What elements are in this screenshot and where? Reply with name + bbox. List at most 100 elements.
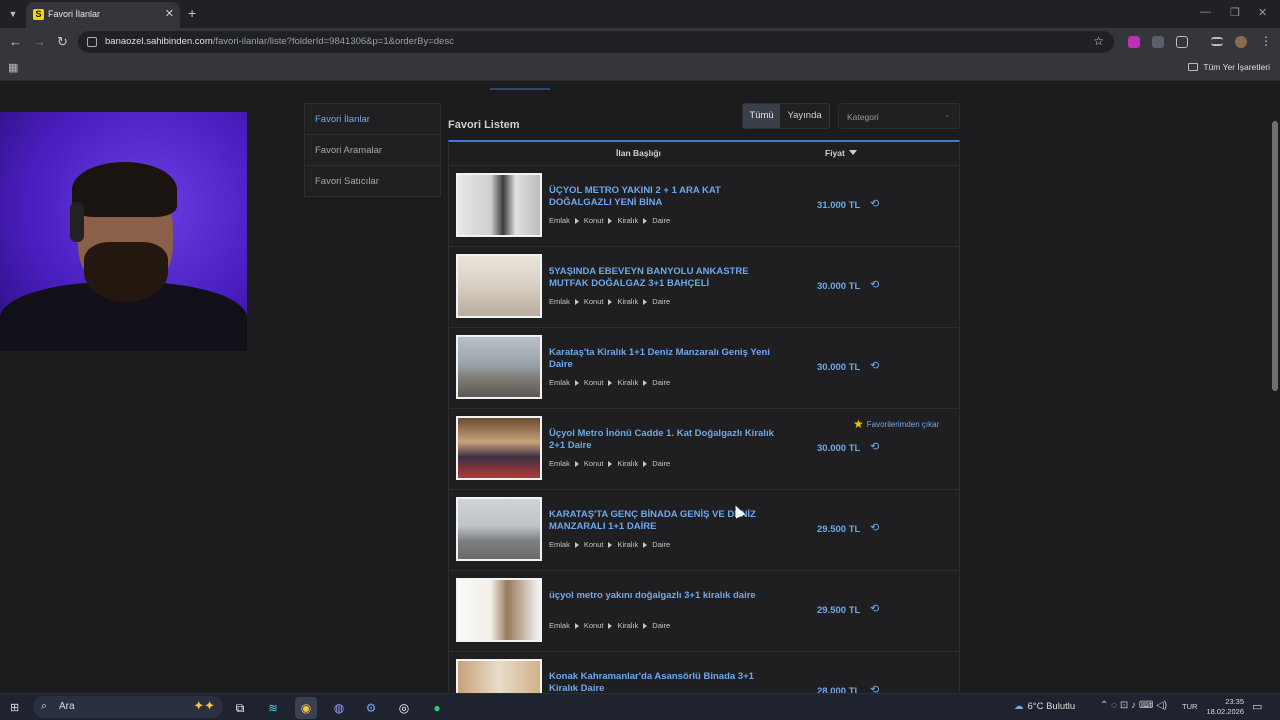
chrome-icon[interactable]: ◉ (295, 697, 317, 719)
site-info-icon[interactable] (87, 37, 97, 47)
breadcrumb-item[interactable]: Konut (584, 540, 604, 549)
minimize-icon[interactable]: — (1200, 6, 1211, 18)
sidebar-item-favorite-listings[interactable]: Favori İlanlar (305, 104, 440, 135)
listing-title-link[interactable]: üçyol metro yakını doğalgazlı 3+1 kiralı… (549, 590, 779, 602)
breadcrumb-item[interactable]: Kiralık (617, 459, 638, 468)
table-row[interactable]: üçyol metro yakını doğalgazlı 3+1 kiralı… (449, 571, 959, 652)
taskbar-clock[interactable]: 23:35 18.02.2026 (1204, 697, 1244, 717)
price-history-icon[interactable]: ⟲ (870, 278, 879, 291)
page-scrollbar[interactable] (1270, 81, 1280, 693)
breadcrumb-item[interactable]: Kiralık (617, 621, 638, 630)
breadcrumb-item[interactable]: Emlak (549, 621, 570, 630)
listing-title-link[interactable]: Üçyol Metro İnönü Cadde 1. Kat Doğalgazl… (549, 428, 779, 452)
table-row[interactable]: Üçyol Metro İnönü Cadde 1. Kat Doğalgazl… (449, 409, 959, 490)
breadcrumb-item[interactable]: Daire (652, 378, 670, 387)
window-close-icon[interactable]: ✕ (1258, 6, 1267, 19)
listing-title-link[interactable]: Karataş'ta Kiralık 1+1 Deniz Manzaralı G… (549, 347, 779, 371)
table-row[interactable]: ÜÇYOL METRO YAKINI 2 + 1 ARA KAT DOĞALGA… (449, 166, 959, 247)
restore-icon[interactable]: ❐ (1230, 6, 1240, 19)
listing-thumbnail[interactable] (456, 659, 542, 693)
breadcrumb-item[interactable]: Konut (584, 459, 604, 468)
close-tab-icon[interactable]: ✕ (165, 7, 174, 20)
windows-start-icon[interactable]: ⊞ (10, 701, 19, 714)
sidebar-item-favorite-sellers[interactable]: Favori Satıcılar (305, 166, 440, 197)
filter-all-button[interactable]: Tümü (743, 104, 781, 128)
browser-tab[interactable]: S Favori İlanlar ✕ (26, 2, 180, 28)
task-view-icon[interactable]: ⧉ (229, 697, 251, 719)
breadcrumb-item[interactable]: Kiralık (617, 297, 638, 306)
breadcrumb-item[interactable]: Daire (652, 540, 670, 549)
extension-glasses-icon[interactable] (1152, 36, 1164, 48)
breadcrumb-item[interactable]: Emlak (549, 378, 570, 387)
price-history-icon[interactable]: ⟲ (870, 602, 879, 615)
breadcrumb-item[interactable]: Daire (652, 459, 670, 468)
new-tab-plus-icon[interactable]: + (188, 5, 196, 21)
table-row[interactable]: 5YAŞINDA EBEVEYN BANYOLU ANKASTRE MUTFAK… (449, 247, 959, 328)
price-history-icon[interactable]: ⟲ (870, 197, 879, 210)
weather-widget[interactable]: ☁ 6°C Bulutlu (1014, 701, 1075, 712)
breadcrumb-item[interactable]: Kiralık (617, 216, 638, 225)
filter-live-button[interactable]: Yayında (780, 104, 829, 128)
price-history-icon[interactable]: ⟲ (870, 440, 879, 453)
sidebar-item-favorite-searches[interactable]: Favori Aramalar (305, 135, 440, 166)
all-bookmarks-button[interactable]: Tüm Yer İşaretleri (1188, 62, 1270, 72)
column-header-title[interactable]: İlan Başlığı (616, 148, 661, 158)
price-history-icon[interactable]: ⟲ (870, 359, 879, 372)
remove-favorite-button[interactable]: ★ Favorilerimden çıkar (853, 417, 939, 431)
browser-app-icon[interactable]: ◍ (328, 697, 350, 719)
breadcrumb-item[interactable]: Konut (584, 621, 604, 630)
bookmark-star-icon[interactable]: ☆ (1093, 34, 1104, 48)
tab-strip: ▼ S Favori İlanlar ✕ + — ❐ ✕ (0, 0, 1280, 28)
scrollbar-thumb[interactable] (1272, 121, 1278, 391)
listing-title-link[interactable]: 5YAŞINDA EBEVEYN BANYOLU ANKASTRE MUTFAK… (549, 266, 779, 290)
breadcrumb-arrow-icon (608, 299, 613, 305)
breadcrumb-item[interactable]: Konut (584, 378, 604, 387)
forward-arrow-icon[interactable]: → (33, 34, 46, 49)
breadcrumb-item[interactable]: Daire (652, 621, 670, 630)
breadcrumb-item[interactable]: Konut (584, 297, 604, 306)
notification-icon[interactable]: ▭ (1252, 700, 1262, 713)
listing-title-link[interactable]: Konak Kahramanlar'da Asansörlü Binada 3+… (549, 671, 779, 693)
media-app-icon[interactable]: ◎ (393, 697, 415, 719)
app-icon[interactable]: ≋ (262, 697, 284, 719)
menu-kebab-icon[interactable]: ⋮ (1260, 34, 1272, 48)
table-row[interactable]: Konak Kahramanlar'da Asansörlü Binada 3+… (449, 652, 959, 693)
windows-taskbar: ⊞ ⌕ Ara ✦✦ ⧉ ≋ ◉ ◍ ⚙ ◎ ● ☁ 6°C Bulutlu ⌃ … (0, 693, 1280, 720)
breadcrumb-item[interactable]: Emlak (549, 216, 570, 225)
extensions-puzzle-icon[interactable] (1176, 36, 1188, 48)
listing-thumbnail[interactable] (456, 578, 542, 642)
language-indicator[interactable]: TUR (1182, 702, 1197, 711)
steam-icon[interactable]: ⚙ (360, 697, 382, 719)
breadcrumb-item[interactable]: Daire (652, 297, 670, 306)
column-header-price[interactable]: Fiyat (825, 148, 857, 158)
breadcrumb-item[interactable]: Emlak (549, 459, 570, 468)
price-history-icon[interactable]: ⟲ (870, 683, 879, 693)
system-tray-icons[interactable]: ⌃ ◌ ⊡ ♪ ⌨ ◁) (1100, 700, 1167, 711)
breadcrumb-item[interactable]: Kiralık (617, 540, 638, 549)
breadcrumb-item[interactable]: Emlak (549, 297, 570, 306)
apps-grid-icon[interactable]: ▦ (8, 61, 18, 74)
category-select[interactable]: Kategori ⌄ (838, 103, 960, 129)
back-arrow-icon[interactable]: ← (9, 34, 22, 49)
table-row[interactable]: Karataş'ta Kiralık 1+1 Deniz Manzaralı G… (449, 328, 959, 409)
address-bar[interactable]: banaozel.sahibinden.com/favori-ilanlar/l… (78, 31, 1114, 53)
listing-thumbnail[interactable] (456, 254, 542, 318)
table-row[interactable]: KARATAŞ'TA GENÇ BİNADA GENİŞ VE DENİZ MA… (449, 490, 959, 571)
listing-thumbnail[interactable] (456, 416, 542, 480)
listing-thumbnail[interactable] (456, 173, 542, 237)
listing-thumbnail[interactable] (456, 335, 542, 399)
listing-title-link[interactable]: ÜÇYOL METRO YAKINI 2 + 1 ARA KAT DOĞALGA… (549, 185, 779, 209)
media-controls-icon[interactable] (1211, 37, 1223, 46)
breadcrumb-item[interactable]: Kiralık (617, 378, 638, 387)
breadcrumb-item[interactable]: Daire (652, 216, 670, 225)
breadcrumb-item[interactable]: Konut (584, 216, 604, 225)
profile-avatar[interactable] (1235, 36, 1247, 48)
extension-icon[interactable] (1128, 36, 1140, 48)
spotify-icon[interactable]: ● (426, 697, 448, 719)
listing-thumbnail[interactable] (456, 497, 542, 561)
taskbar-search[interactable]: ⌕ Ara ✦✦ (33, 696, 223, 718)
price-history-icon[interactable]: ⟲ (870, 521, 879, 534)
breadcrumb-item[interactable]: Emlak (549, 540, 570, 549)
reload-icon[interactable]: ↻ (57, 34, 68, 50)
tab-list-chevron-icon[interactable]: ▼ (4, 5, 22, 23)
